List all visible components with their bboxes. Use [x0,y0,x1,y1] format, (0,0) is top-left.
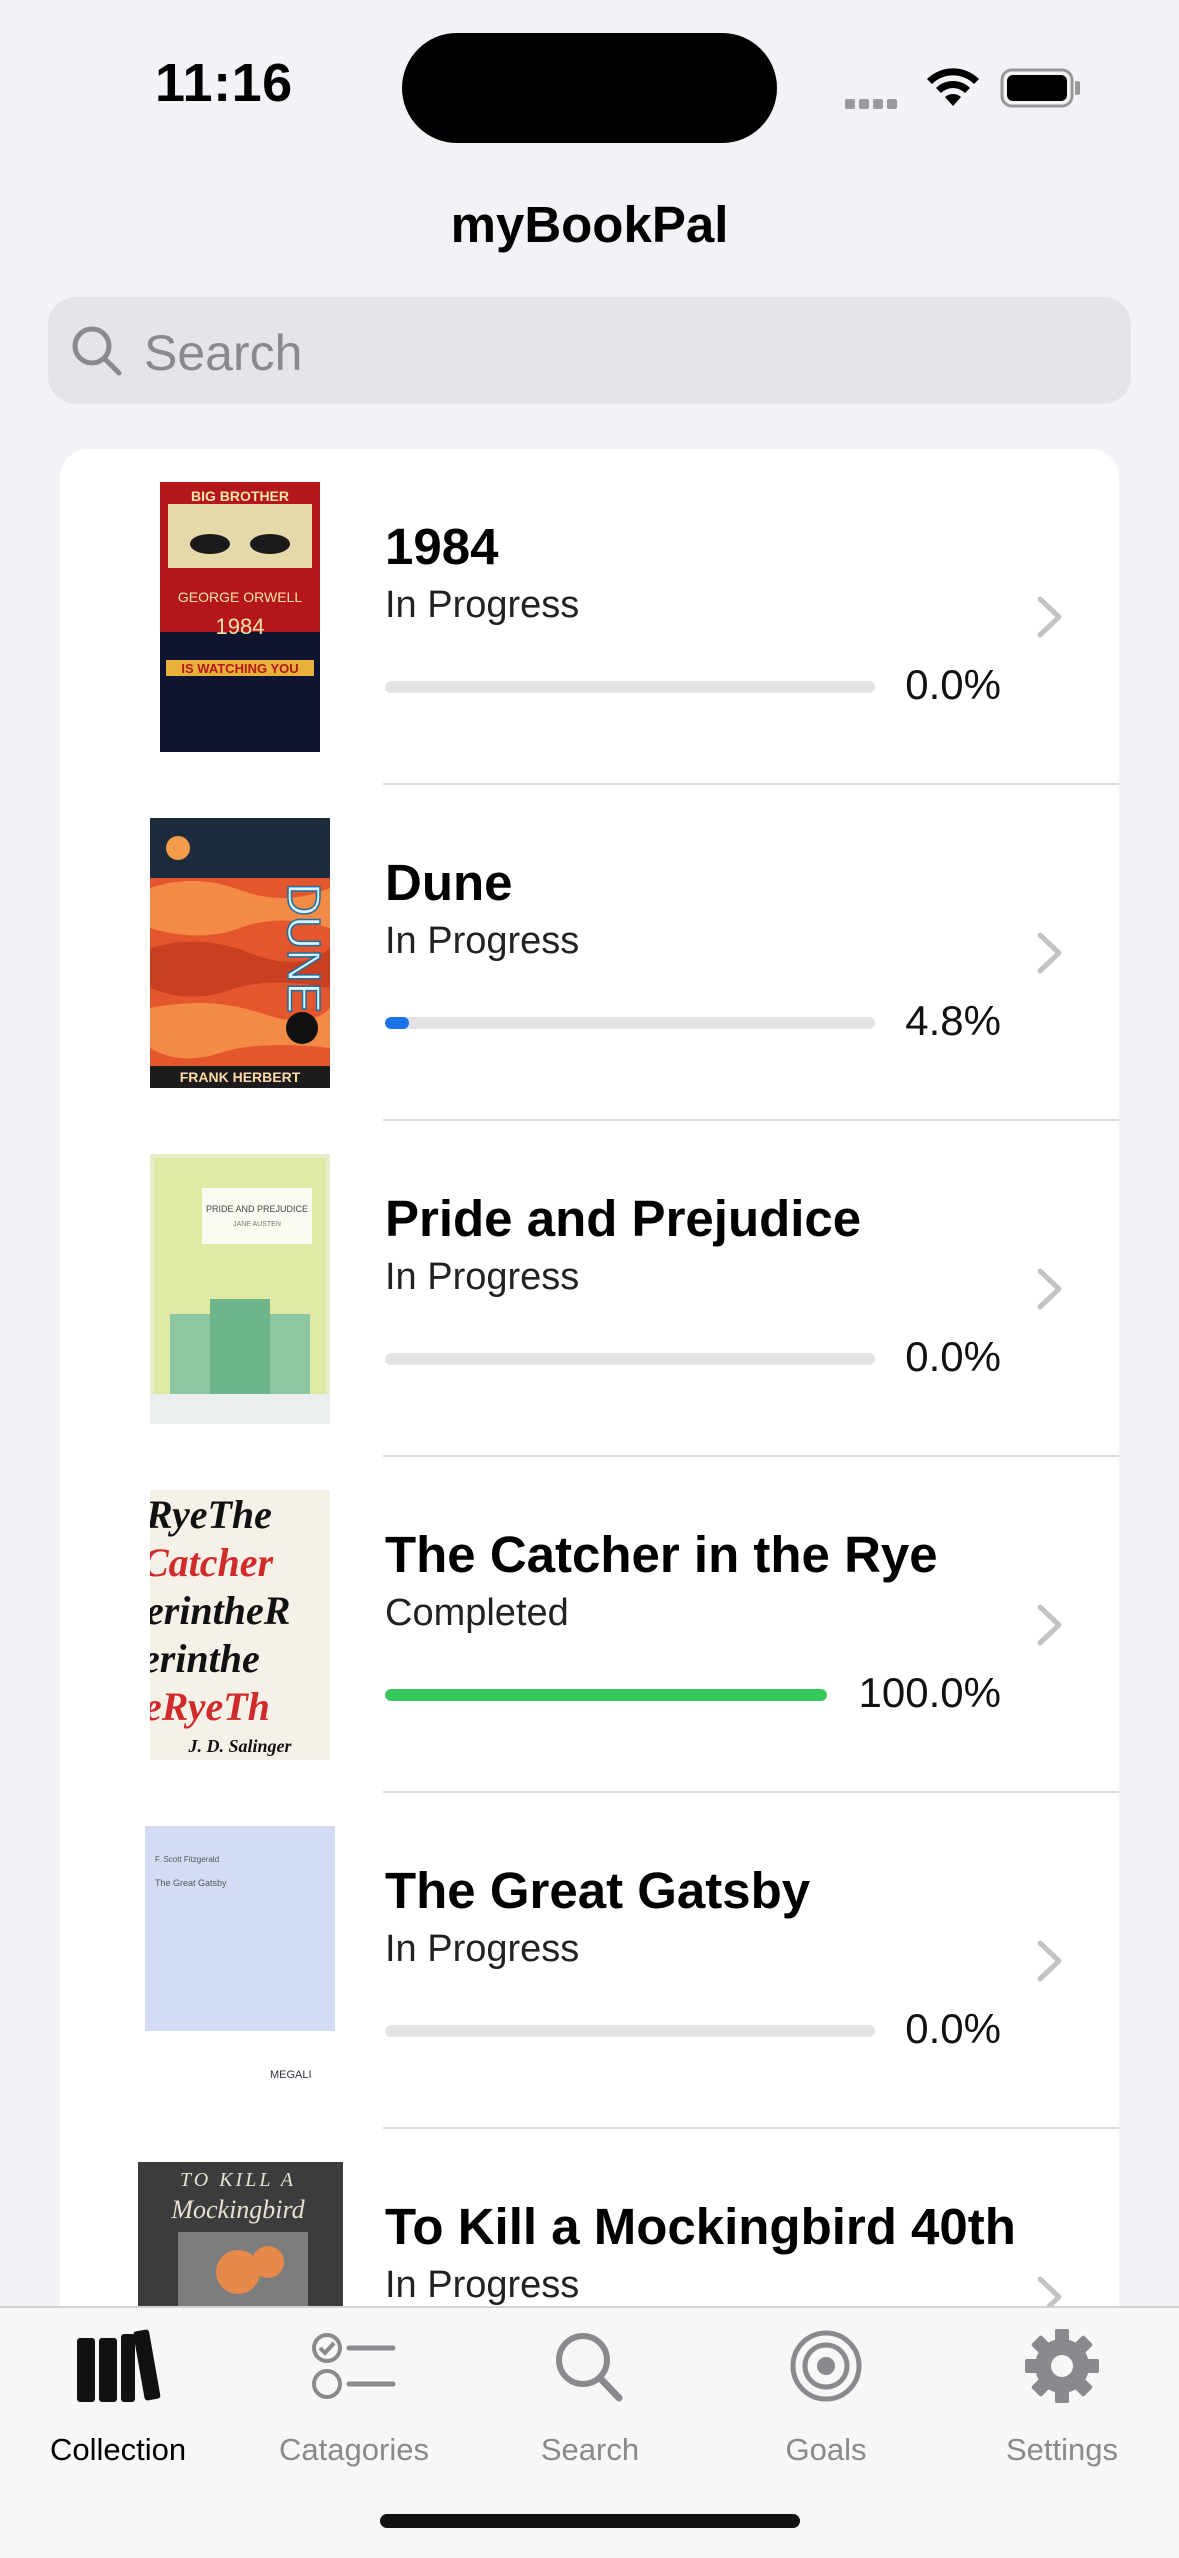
svg-text:Mockingbird: Mockingbird [170,2195,305,2224]
svg-text:The Great Gatsby: The Great Gatsby [155,1878,227,1888]
progress-percent: 0.0% [905,1333,1001,1380]
gear-icon [1025,2329,1099,2403]
tab-collection[interactable]: Collection [0,2308,236,2508]
tab-label: Goals [785,2432,867,2467]
books-icon [77,2329,161,2402]
status-time: 11:16 [155,53,293,113]
book-cover-dune: DUNE FRANK HERBERT [150,818,330,1088]
chevron-right-icon [1037,596,1062,638]
progress-bar [385,2025,875,2037]
svg-text:F. Scott Fitzgerald: F. Scott Fitzgerald [155,1855,219,1864]
book-cover-1984: BIG BROTHER GEORGE ORWELL 1984 IS WATCHI… [160,482,320,752]
status-bar: 11:16 [0,0,1179,175]
target-icon [790,2330,862,2402]
svg-text:erinthe: erinthe [150,1636,260,1681]
svg-text:JANE AUSTEN: JANE AUSTEN [233,1221,281,1228]
tab-label: Catagories [279,2432,429,2467]
tab-label: Collection [49,2432,187,2467]
book-cover-great-gatsby: F. Scott Fitzgerald The Great Gatsby MEG… [145,1826,335,2096]
progress-bar [385,1689,827,1701]
svg-text:Catcher: Catcher [150,1540,274,1585]
book-title: Pride and Prejudice [385,1190,862,1247]
svg-text:DUNE: DUNE [278,883,330,1013]
chevron-right-icon [1037,1604,1062,1646]
book-title: The Catcher in the Rye [385,1526,938,1583]
svg-text:RyeThe: RyeThe [150,1492,272,1537]
signal-dots-icon [845,96,901,114]
book-status: In Progress [385,584,580,626]
book-title: Dune [385,854,513,911]
svg-text:MEGALI: MEGALI [270,2069,312,2081]
tab-search[interactable]: Search [472,2308,708,2508]
chevron-right-icon [1037,932,1062,974]
book-status: In Progress [385,1256,580,1298]
svg-text:eRyeTh: eRyeTh [150,1684,270,1729]
progress-percent: 0.0% [905,661,1001,708]
progress-bar [385,681,875,693]
book-row-1984[interactable]: BIG BROTHER GEORGE ORWELL 1984 IS WATCHI… [60,449,1119,785]
book-cover-catcher-in-the-rye: RyeThe Catcher erintheR erinthe eRyeTh J… [150,1490,330,1760]
book-status: In Progress [385,2264,580,2306]
tab-label: Settings [1005,2432,1118,2467]
dynamic-island [402,33,777,143]
chevron-right-icon [1037,1268,1062,1310]
wifi-icon [924,66,982,113]
book-row-catcher-in-the-rye[interactable]: RyeThe Catcher erintheR erinthe eRyeTh J… [60,1457,1119,1793]
svg-text:IS WATCHING YOU: IS WATCHING YOU [181,661,298,676]
svg-text:PRIDE AND PREJUDICE: PRIDE AND PREJUDICE [206,1204,308,1214]
book-row-dune[interactable]: DUNE FRANK HERBERT Dune In Progress 4.8% [60,785,1119,1121]
svg-text:BIG BROTHER: BIG BROTHER [191,488,289,504]
svg-text:1984: 1984 [216,614,265,639]
book-cover-pride-and-prejudice: PRIDE AND PREJUDICE JANE AUSTEN [150,1154,330,1424]
home-indicator [380,2514,800,2528]
progress-fill [385,1689,827,1701]
search-icon [72,326,122,376]
chevron-right-icon [1037,1940,1062,1982]
progress-percent: 4.8% [905,997,1001,1044]
book-title: The Great Gatsby [385,1862,811,1919]
tab-label: Search [540,2432,640,2467]
search-input[interactable]: Search [144,324,302,382]
progress-fill [385,1017,409,1029]
svg-text:FRANK HERBERT: FRANK HERBERT [180,1069,301,1085]
battery-icon [1000,68,1082,113]
book-row-pride-and-prejudice[interactable]: PRIDE AND PREJUDICE JANE AUSTEN Pride an… [60,1121,1119,1457]
svg-text:GEORGE ORWELL: GEORGE ORWELL [178,589,302,605]
svg-text:TO KILL A: TO KILL A [180,2169,296,2191]
book-row-great-gatsby[interactable]: F. Scott Fitzgerald The Great Gatsby MEG… [60,1793,1119,2129]
book-status: Completed [385,1592,569,1634]
book-list: BIG BROTHER GEORGE ORWELL 1984 IS WATCHI… [60,449,1119,2349]
progress-bar [385,1353,875,1365]
tab-goals[interactable]: Goals [708,2308,944,2508]
search-bar[interactable]: Search [48,297,1131,404]
checklist-icon [312,2333,396,2399]
page-title: myBookPal [450,196,729,253]
svg-text:J. D. Salinger: J. D. Salinger [187,1736,292,1756]
progress-bar [385,1017,875,1029]
book-title: 1984 [385,518,499,575]
svg-text:erintheR: erintheR [150,1588,290,1633]
tab-settings[interactable]: Settings [944,2308,1179,2508]
book-status: In Progress [385,920,580,962]
search-icon [556,2333,623,2402]
book-title: To Kill a Mockingbird 40th [385,2198,1016,2255]
book-status: In Progress [385,1928,580,1970]
tab-categories[interactable]: Catagories [236,2308,472,2508]
progress-percent: 0.0% [905,2005,1001,2052]
progress-percent: 100.0% [858,1669,1001,1716]
